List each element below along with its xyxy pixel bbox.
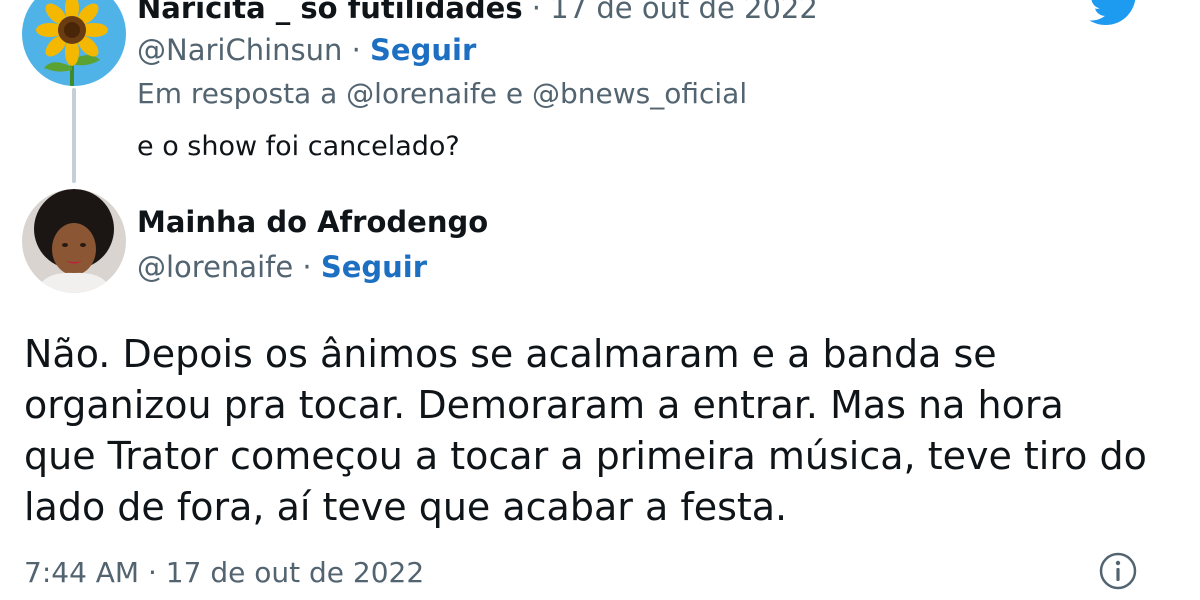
reply-handle[interactable]: @lorenaife <box>137 250 293 284</box>
parent-date-separator: · <box>522 0 551 25</box>
parent-author-row: Naricita _ só futilidades · 17 de out de… <box>137 0 818 23</box>
reply-handle-row: @lorenaife · Seguir <box>137 253 427 282</box>
reply-display-name[interactable]: Mainha do Afrodengo <box>137 208 488 237</box>
parent-display-name[interactable]: Naricita _ só futilidades <box>137 0 523 25</box>
info-icon[interactable] <box>1098 551 1138 591</box>
parent-handle[interactable]: @NariChinsun <box>137 33 342 67</box>
reply-timestamp-row[interactable]: 7:44 AM · 17 de out de 2022 <box>24 556 424 589</box>
twitter-bird-icon[interactable] <box>1090 0 1142 30</box>
reply-meta-separator: · <box>139 556 166 589</box>
reply-date[interactable]: 17 de out de 2022 <box>166 556 424 589</box>
parent-follow-separator: · <box>342 33 371 67</box>
parent-tweet-text: e o show foi cancelado? <box>137 131 460 162</box>
person-avatar[interactable] <box>22 189 126 293</box>
parent-reply-context: Em resposta a @lorenaife e @bnews_oficia… <box>137 77 748 110</box>
reply-time[interactable]: 7:44 AM <box>24 556 139 589</box>
thread-connector-line <box>72 88 76 183</box>
sunflower-avatar[interactable] <box>22 0 126 86</box>
reply-follow-separator: · <box>293 250 321 284</box>
reply-follow-button[interactable]: Seguir <box>321 250 427 284</box>
parent-date[interactable]: 17 de out de 2022 <box>550 0 818 25</box>
parent-follow-button[interactable]: Seguir <box>370 33 476 67</box>
parent-handle-row: @NariChinsun · Seguir <box>137 36 476 65</box>
embedded-tweet-card: Naricita _ só futilidades · 17 de out de… <box>0 0 1200 600</box>
reply-tweet-text: Não. Depois os ânimos se acalmaram e a b… <box>24 332 1147 529</box>
